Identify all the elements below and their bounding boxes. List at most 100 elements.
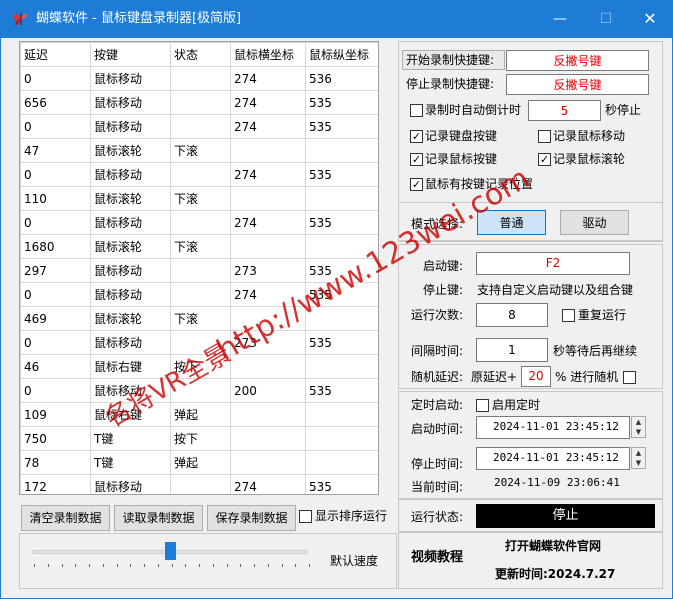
cell-mouse-y bbox=[305, 450, 378, 475]
record-mouse-keys-checkbox[interactable]: ✓ bbox=[410, 153, 423, 166]
table-row[interactable]: 109 鼠标右键 弹起 bbox=[20, 402, 378, 427]
cell-mouse-y bbox=[305, 402, 378, 427]
cell-key: 鼠标滚轮 bbox=[90, 234, 171, 259]
slider-tick bbox=[199, 564, 200, 567]
cell-key: 鼠标移动 bbox=[90, 258, 171, 283]
table-row[interactable]: 297 鼠标移动 273 535 bbox=[20, 258, 378, 283]
cell-mouse-x: 274 bbox=[230, 90, 306, 115]
stop-key-label: 停止键: bbox=[423, 283, 464, 297]
timer-start-label: 启动时间: bbox=[411, 422, 464, 436]
table-row[interactable]: 750 T键 按下 bbox=[20, 426, 378, 451]
start-key-field[interactable]: F2 bbox=[476, 252, 630, 275]
column-header-key[interactable]: 按键 bbox=[90, 42, 171, 67]
record-mouse-wheel-checkbox[interactable]: ✓ bbox=[538, 153, 551, 166]
record-keyboard-checkbox[interactable]: ✓ bbox=[410, 130, 423, 143]
maximize-button[interactable]: ☐ bbox=[583, 0, 629, 38]
slider-tick bbox=[309, 564, 310, 567]
table-row[interactable]: 0 鼠标移动 274 535 bbox=[20, 282, 378, 307]
video-tutorial-link[interactable]: 视频教程 bbox=[411, 550, 463, 566]
table-row[interactable]: 0 鼠标移动 274 535 bbox=[20, 210, 378, 235]
interval-label: 间隔时间: bbox=[411, 344, 464, 358]
record-mouse-move-checkbox[interactable] bbox=[538, 130, 551, 143]
cell-delay: 109 bbox=[20, 402, 91, 427]
slider-tick bbox=[267, 564, 269, 567]
record-table[interactable]: 延迟 按键 状态 鼠标横坐标 鼠标纵坐标 0 鼠标移动 274 536 656 鼠标移动 2… bbox=[19, 41, 379, 495]
table-row[interactable]: 172 鼠标移动 274 535 bbox=[20, 474, 378, 494]
cell-delay: 78 bbox=[20, 450, 91, 475]
table-row[interactable]: 0 鼠标移动 273 535 bbox=[20, 330, 378, 355]
cell-delay: 0 bbox=[20, 66, 91, 91]
table-row[interactable]: 46 鼠标右键 按下 bbox=[20, 354, 378, 379]
butterfly-app-icon bbox=[13, 13, 27, 26]
cell-mouse-x bbox=[230, 354, 306, 379]
close-button[interactable]: ✕ bbox=[627, 0, 673, 38]
table-row[interactable]: 0 鼠标移动 274 535 bbox=[20, 162, 378, 187]
cell-mouse-x bbox=[230, 306, 306, 331]
slider-tick bbox=[47, 564, 49, 567]
column-header-state[interactable]: 状态 bbox=[170, 42, 231, 67]
column-header-delay[interactable]: 延迟 bbox=[20, 42, 91, 67]
table-row[interactable]: 0 鼠标移动 274 536 bbox=[20, 66, 378, 91]
cell-delay: 0 bbox=[20, 282, 91, 307]
official-website-link[interactable]: 打开蝴蝶软件官网 bbox=[505, 538, 601, 554]
interval-input[interactable]: 1 bbox=[476, 338, 548, 362]
cell-state bbox=[170, 282, 231, 307]
table-row[interactable]: 1680 鼠标滚轮 下滚 bbox=[20, 234, 378, 259]
table-row[interactable]: 47 鼠标滚轮 下滚 bbox=[20, 138, 378, 163]
record-keyboard-label: 记录键盘按键 bbox=[425, 129, 498, 143]
cell-state bbox=[170, 210, 231, 235]
timer-stop-field[interactable]: 2024-11-01 23:45:12 bbox=[476, 447, 630, 470]
cell-delay: 0 bbox=[20, 114, 91, 139]
timer-stop-spinner[interactable]: ▲ ▼ bbox=[631, 447, 646, 469]
countdown-label: 录制时自动倒计时 bbox=[425, 103, 522, 117]
timer-start-field[interactable]: 2024-11-01 23:45:12 bbox=[476, 416, 630, 439]
show-sort-checkbox[interactable] bbox=[299, 510, 312, 523]
start-hotkey-label: 开始录制快捷键: bbox=[402, 50, 505, 70]
countdown-checkbox[interactable] bbox=[410, 104, 423, 117]
cell-mouse-y: 535 bbox=[305, 282, 378, 307]
slider-tick bbox=[171, 564, 173, 567]
cell-mouse-y: 535 bbox=[305, 162, 378, 187]
repeat-run-checkbox[interactable] bbox=[562, 309, 575, 322]
status-label: 运行状态: bbox=[411, 510, 464, 524]
slider-tick bbox=[281, 564, 283, 567]
table-row[interactable]: 78 T键 弹起 bbox=[20, 450, 378, 475]
speed-slider-thumb[interactable] bbox=[164, 542, 176, 560]
status-value: 停止 bbox=[476, 504, 655, 528]
mode-normal-button[interactable]: 普通 bbox=[477, 210, 546, 235]
random-delay-checkbox[interactable] bbox=[623, 371, 636, 384]
countdown-input[interactable]: 5 bbox=[528, 100, 601, 121]
cell-mouse-y bbox=[305, 138, 378, 163]
cell-key: 鼠标移动 bbox=[90, 66, 171, 91]
cell-delay: 656 bbox=[20, 90, 91, 115]
read-records-button[interactable]: 读取录制数据 bbox=[114, 505, 203, 531]
cell-mouse-y bbox=[305, 306, 378, 331]
table-row[interactable]: 110 鼠标滚轮 下滚 bbox=[20, 186, 378, 211]
start-hotkey-field[interactable]: 反撇号键 bbox=[506, 50, 649, 71]
table-row[interactable]: 469 鼠标滚轮 下滚 bbox=[20, 306, 378, 331]
cell-mouse-y bbox=[305, 354, 378, 379]
cell-mouse-y bbox=[305, 426, 378, 451]
table-row[interactable]: 656 鼠标移动 274 535 bbox=[20, 90, 378, 115]
record-position-checkbox[interactable]: ✓ bbox=[410, 178, 423, 191]
title-bar[interactable]: 蝴蝶软件 - 鼠标键盘录制器[极简版] — ☐ ✕ bbox=[0, 0, 673, 38]
save-records-button[interactable]: 保存录制数据 bbox=[207, 505, 296, 531]
mode-label: 模式选择: bbox=[411, 217, 464, 231]
table-row[interactable]: 0 鼠标移动 274 535 bbox=[20, 114, 378, 139]
timer-start-spinner[interactable]: ▲ ▼ bbox=[631, 416, 646, 438]
mode-driver-button[interactable]: 驱动 bbox=[560, 210, 629, 235]
slider-tick bbox=[254, 564, 255, 567]
column-header-mouse-x[interactable]: 鼠标横坐标 bbox=[230, 42, 306, 67]
enable-timer-checkbox[interactable] bbox=[476, 399, 489, 412]
cell-key: 鼠标移动 bbox=[90, 474, 171, 494]
minimize-button[interactable]: — bbox=[537, 0, 583, 38]
cell-delay: 0 bbox=[20, 210, 91, 235]
run-count-input[interactable]: 8 bbox=[476, 303, 548, 327]
column-header-mouse-y[interactable]: 鼠标纵坐标 bbox=[305, 42, 378, 67]
stop-hotkey-field[interactable]: 反撇号键 bbox=[506, 74, 649, 95]
cell-key: 鼠标移动 bbox=[90, 330, 171, 355]
cell-delay: 469 bbox=[20, 306, 91, 331]
clear-records-button[interactable]: 清空录制数据 bbox=[21, 505, 110, 531]
table-row[interactable]: 0 鼠标移动 200 535 bbox=[20, 378, 378, 403]
random-delay-input[interactable]: 20 bbox=[521, 366, 551, 387]
